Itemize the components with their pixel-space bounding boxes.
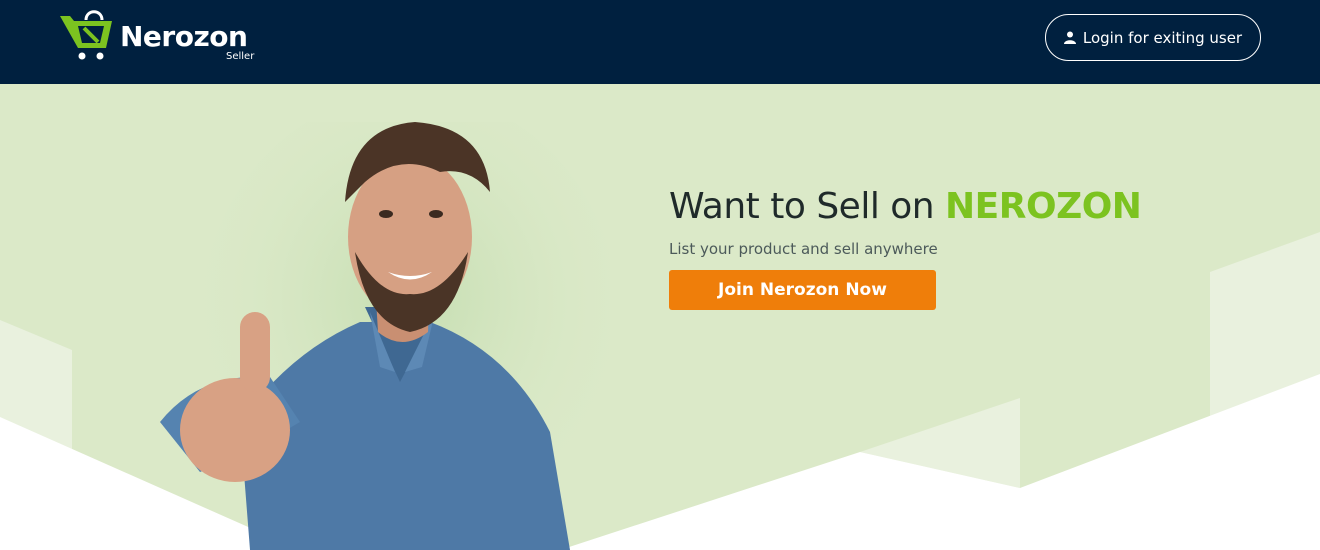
headline-prefix: Want to Sell on — [669, 186, 946, 227]
logo-subtext: Seller — [226, 51, 255, 62]
shopping-cart-logo-icon — [60, 10, 112, 60]
hero-section: Want to Sell on NEROZON List your produc… — [0, 84, 1320, 550]
join-nerozon-button[interactable]: Join Nerozon Now — [669, 270, 936, 310]
hero-headline: Want to Sell on NEROZON — [669, 186, 1142, 227]
headline-brand: NEROZON — [945, 186, 1142, 227]
user-icon — [1063, 31, 1076, 44]
login-button-label: Login for exiting user — [1082, 28, 1243, 47]
top-header: Nerozon Seller Login for exiting user — [0, 0, 1320, 84]
login-button[interactable]: Login for exiting user — [1045, 14, 1261, 61]
hero-subheadline: List your product and sell anywhere — [669, 240, 938, 258]
nerozon-logo[interactable]: Nerozon Seller — [58, 6, 268, 66]
logo-text: Nerozon — [120, 20, 248, 53]
smiling-man-thumbs-up-image — [160, 122, 610, 550]
